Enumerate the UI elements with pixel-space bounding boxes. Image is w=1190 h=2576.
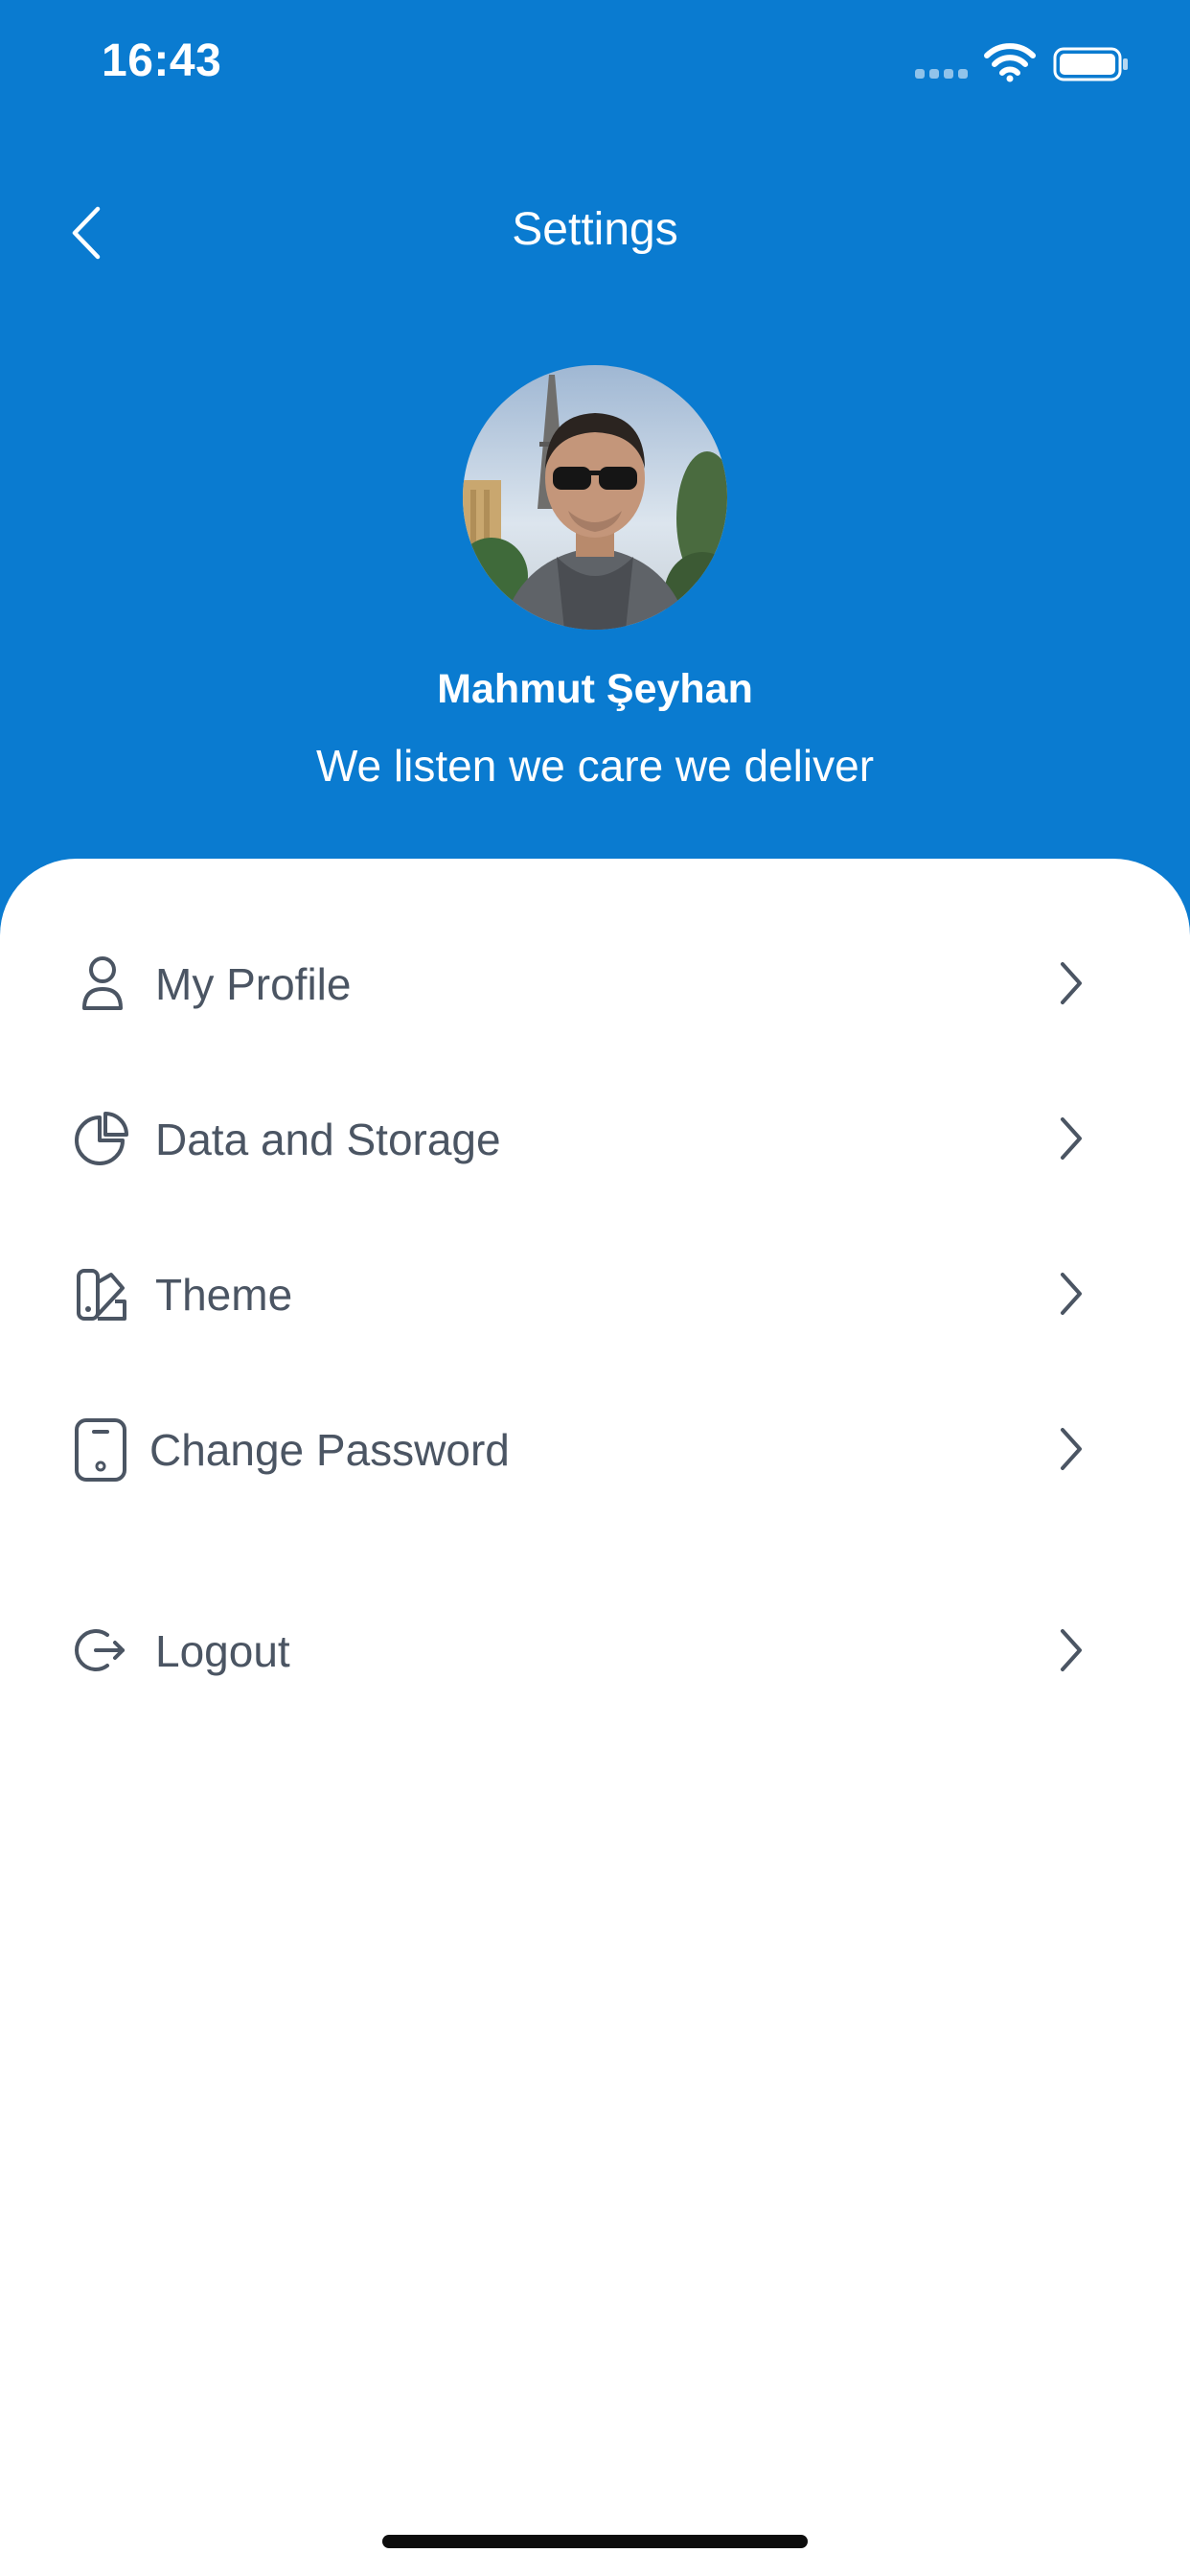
color-swatch-icon (77, 1269, 126, 1321)
home-indicator[interactable] (382, 2535, 808, 2548)
menu-item-label: Logout (155, 1626, 290, 1676)
wifi-icon (984, 43, 1036, 82)
battery-icon (1053, 47, 1128, 81)
chevron-right-icon (1061, 962, 1082, 1004)
menu-item-change-password[interactable]: Change Password (0, 1382, 1190, 1516)
menu-item-label: Data and Storage (155, 1115, 501, 1164)
menu-item-label: Theme (155, 1270, 293, 1320)
avatar-photo (463, 365, 727, 630)
menu-item-label: Change Password (149, 1425, 510, 1475)
profile-tagline: We listen we care we deliver (315, 741, 875, 791)
chevron-right-icon (1061, 1117, 1082, 1160)
header-background: 16:43 Settings Mahmut Şeyhan We listen w… (0, 0, 1190, 958)
page-title: Settings (512, 204, 678, 255)
settings-screen: 16:43 Settings Mahmut Şeyhan We listen w… (0, 0, 1190, 2576)
chevron-right-icon (1061, 1273, 1082, 1315)
pie-chart-icon (75, 1112, 128, 1165)
menu-item-theme[interactable]: Theme (0, 1227, 1190, 1361)
logout-icon (75, 1629, 125, 1671)
menu-item-data-and-storage[interactable]: Data and Storage (0, 1071, 1190, 1206)
chevron-right-icon (1061, 1428, 1082, 1470)
menu-item-my-profile[interactable]: My Profile (0, 916, 1190, 1050)
profile-name: Mahmut Şeyhan (437, 666, 753, 712)
menu-item-label: My Profile (155, 959, 352, 1009)
menu-item-logout[interactable]: Logout (0, 1583, 1190, 1717)
avatar[interactable] (463, 365, 727, 630)
chevron-right-icon (1061, 1629, 1082, 1671)
user-icon (82, 956, 123, 1010)
mobile-device-icon (75, 1418, 126, 1482)
status-time: 16:43 (102, 35, 222, 86)
cellular-signal-icon (915, 69, 973, 79)
